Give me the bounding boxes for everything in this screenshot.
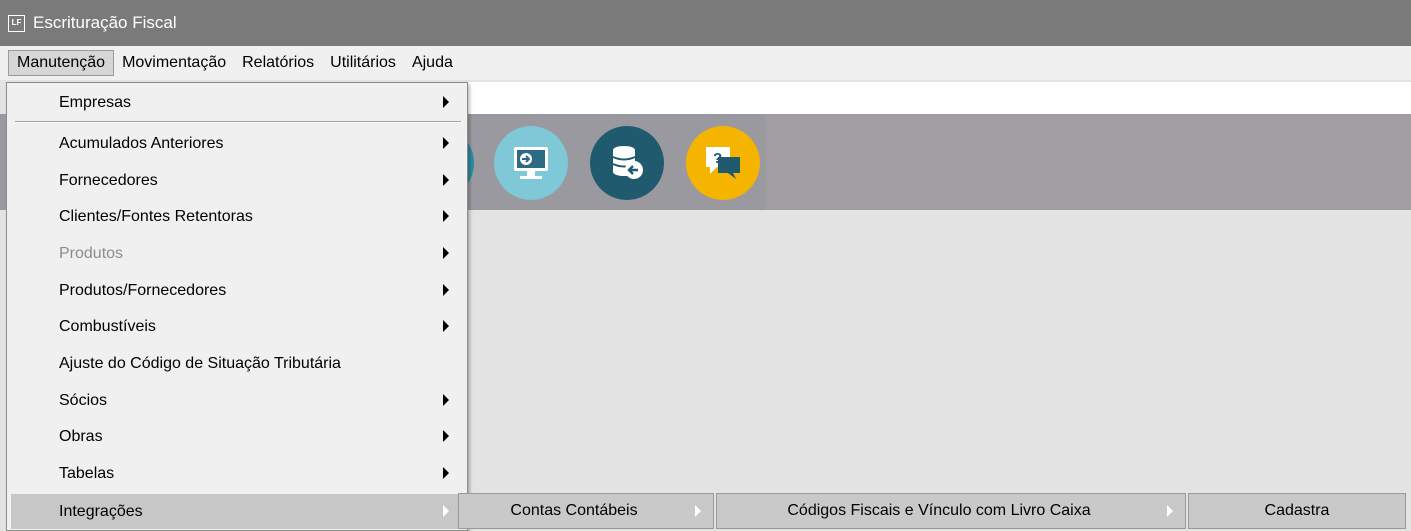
monitor-import-button[interactable]	[494, 126, 568, 200]
submenu-item-label: Cadastra	[1264, 502, 1330, 519]
submenu-arrow-icon	[443, 284, 449, 296]
app-logo-icon: LF	[8, 14, 25, 32]
help-chat-icon: ?	[706, 147, 740, 179]
submenu-arrow-icon	[443, 137, 449, 149]
menu-item-label: Empresas	[59, 93, 132, 111]
title-bar: LF Escrituração Fiscal	[0, 0, 1411, 46]
menu-relatorios[interactable]: Relatórios	[234, 51, 322, 75]
menu-item-label: Produtos	[59, 244, 124, 262]
menu-item-integracoes[interactable]: Integrações	[11, 494, 463, 529]
submenu-item-codigos-fiscais[interactable]: Códigos Fiscais e Vínculo com Livro Caix…	[716, 493, 1186, 529]
submenu-arrow-icon	[1167, 505, 1173, 517]
menu-bar: Manutenção Movimentação Relatórios Utili…	[0, 46, 1411, 80]
menu-item-socios[interactable]: Sócios	[11, 383, 463, 418]
database-export-button[interactable]	[590, 126, 664, 200]
menu-item-combustiveis[interactable]: Combustíveis	[11, 309, 463, 344]
menu-item-obras[interactable]: Obras	[11, 419, 463, 454]
submenu-arrow-icon	[443, 210, 449, 222]
menu-item-label: Obras	[59, 427, 103, 445]
menu-separator	[15, 121, 461, 123]
menu-item-label: Fornecedores	[59, 171, 158, 189]
svg-text:?: ?	[713, 150, 722, 167]
submenu-item-label: Códigos Fiscais e Vínculo com Livro Caix…	[787, 502, 1091, 519]
menu-item-label: Produtos/Fornecedores	[59, 281, 227, 299]
menu-item-label: Tabelas	[59, 464, 115, 482]
menu-item-acumulados-anteriores[interactable]: Acumulados Anteriores	[11, 126, 463, 161]
submenu-arrow-icon	[443, 247, 449, 259]
window-title: Escrituração Fiscal	[33, 13, 177, 32]
database-export-icon	[612, 146, 643, 179]
submenu-arrow-icon	[443, 505, 449, 517]
menu-item-ajuste-cst[interactable]: Ajuste do Código de Situação Tributária	[11, 346, 463, 381]
submenu-arrow-icon	[443, 467, 449, 479]
menu-item-label: Combustíveis	[59, 317, 156, 335]
address-strip	[465, 82, 1411, 114]
menu-ajuda[interactable]: Ajuda	[404, 51, 461, 75]
menu-utilitarios[interactable]: Utilitários	[322, 51, 404, 75]
submenu-arrow-icon	[443, 430, 449, 442]
menu-item-label: Integrações	[59, 502, 143, 520]
menu-item-label: Sócios	[59, 391, 108, 409]
menu-item-empresas[interactable]: Empresas	[11, 85, 463, 120]
menu-item-label: Ajuste do Código de Situação Tributária	[59, 354, 341, 372]
submenu-arrow-icon	[443, 394, 449, 406]
menu-item-tabelas[interactable]: Tabelas	[11, 456, 463, 491]
submenu-arrow-icon	[443, 320, 449, 332]
menu-manutencao[interactable]: Manutenção	[8, 50, 115, 76]
submenu-item-cadastra[interactable]: Cadastra	[1188, 493, 1406, 529]
menu-item-produtos-fornecedores[interactable]: Produtos/Fornecedores	[11, 273, 463, 308]
menu-item-fornecedores[interactable]: Fornecedores	[11, 163, 463, 198]
menu-item-label: Acumulados Anteriores	[59, 134, 224, 152]
help-chat-button[interactable]: ?	[686, 126, 760, 200]
submenu-arrow-icon	[695, 505, 701, 517]
submenu-item-contas-contabeis[interactable]: Contas Contábeis	[458, 493, 714, 529]
manutencao-menu: Empresas Acumulados Anteriores Fornecedo…	[6, 82, 468, 531]
submenu-arrow-icon	[443, 96, 449, 108]
submenu-arrow-icon	[443, 174, 449, 186]
submenu-item-label: Contas Contábeis	[510, 502, 638, 519]
menu-item-label: Clientes/Fontes Retentoras	[59, 207, 253, 225]
menu-item-produtos: Produtos	[11, 236, 463, 271]
menu-item-clientes-fontes-retentoras[interactable]: Clientes/Fontes Retentoras	[11, 199, 463, 234]
monitor-import-icon	[514, 147, 548, 179]
menu-movimentacao[interactable]: Movimentação	[114, 51, 234, 75]
